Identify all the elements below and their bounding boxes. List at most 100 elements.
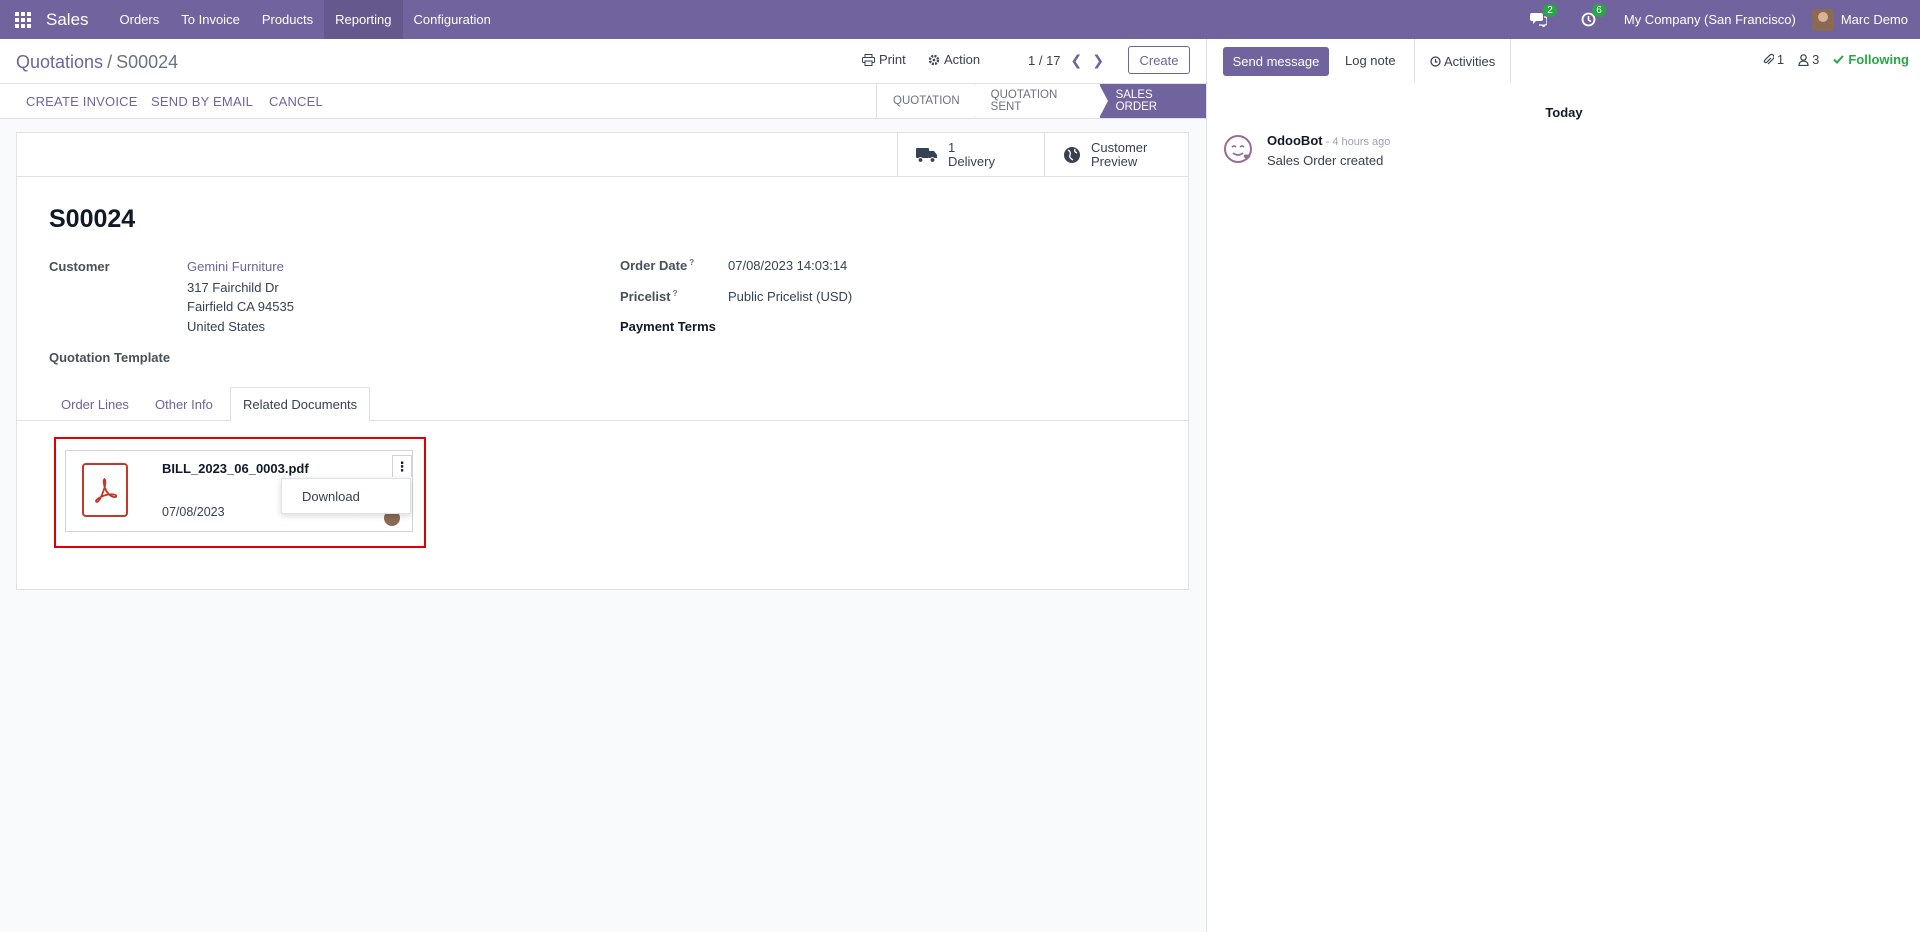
apps-menu-icon[interactable] — [0, 0, 46, 39]
globe-icon — [1064, 146, 1080, 163]
cancel-button[interactable]: CANCEL — [269, 94, 323, 109]
stage-quotation-sent[interactable]: QUOTATION SENT — [973, 84, 1108, 118]
message-body: Sales Order created — [1267, 153, 1384, 168]
check-icon — [1833, 55, 1845, 64]
activities-clock-icon[interactable]: 6 — [1581, 4, 1606, 27]
order-date-value[interactable]: 07/08/2023 14:03:14 — [728, 258, 847, 273]
pager-next-icon[interactable]: ❯ — [1092, 52, 1104, 69]
pricelist-help-icon[interactable]: ? — [673, 289, 678, 298]
following-button[interactable]: Following — [1833, 52, 1909, 67]
chatter-right-tools: 1 3 Following — [1762, 52, 1909, 67]
status-bar: QUOTATION QUOTATION SENT SALES ORDER — [876, 84, 1206, 118]
activities-count-badge: 6 — [1592, 4, 1606, 17]
stage-quotation-sent-label: QUOTATION SENT — [990, 89, 1058, 113]
user-icon — [1798, 53, 1809, 66]
stage-sales-order-label: SALES ORDER — [1115, 89, 1158, 113]
menu-configuration[interactable]: Configuration — [403, 0, 502, 39]
company-switcher[interactable]: My Company (San Francisco) — [1624, 12, 1796, 27]
control-panel: Quotations / S00024 Print Action 1 / 17 ❮ … — [0, 39, 1206, 119]
customer-link[interactable]: Gemini Furniture — [187, 259, 284, 274]
followers-count: 3 — [1812, 52, 1820, 67]
pdf-file-icon — [82, 463, 128, 517]
create-button[interactable]: Create — [1128, 46, 1190, 74]
tab-order-lines[interactable]: Order Lines — [49, 387, 141, 421]
delivery-smart-button[interactable]: 1 Delivery — [897, 133, 1044, 176]
top-navbar: Sales Orders To Invoice Products Reporti… — [0, 0, 1920, 39]
print-icon — [862, 53, 875, 66]
tab-other-info[interactable]: Other Info — [143, 387, 225, 421]
order-date-label: Order Date? — [620, 258, 694, 273]
pricelist-value[interactable]: Public Pricelist (USD) — [728, 289, 852, 304]
download-menu-item[interactable]: Download — [302, 489, 360, 504]
pager-value[interactable]: 1 / 17 — [1028, 53, 1061, 68]
chatter-topbar: Send message Log note Activities 1 3 Fol… — [1207, 39, 1920, 83]
message-author-name[interactable]: OdooBot — [1267, 133, 1323, 148]
record-title: S00024 — [49, 205, 136, 233]
messages-icon[interactable]: 2 — [1529, 4, 1557, 27]
quotation-template-label: Quotation Template — [49, 350, 171, 365]
create-invoice-button[interactable]: CREATE INVOICE — [26, 94, 138, 109]
attachments-button[interactable]: 1 — [1762, 52, 1784, 67]
order-date-help-icon[interactable]: ? — [689, 258, 694, 267]
pager: 1 / 17 ❮ ❯ — [1028, 52, 1104, 69]
print-button[interactable]: Print — [862, 52, 906, 67]
clock-icon — [1430, 55, 1441, 67]
chatter-panel: Send message Log note Activities 1 3 Fol… — [1206, 39, 1920, 932]
activities-button[interactable]: Activities — [1414, 39, 1512, 83]
pricelist-label: Pricelist? — [620, 289, 677, 304]
preview-line1: Customer — [1091, 139, 1148, 155]
stage-quotation[interactable]: QUOTATION — [876, 84, 983, 118]
preview-line2: Preview — [1091, 153, 1138, 169]
followers-button[interactable]: 3 — [1798, 52, 1819, 67]
attachment-file-name[interactable]: BILL_2023_06_0003.pdf — [162, 461, 309, 476]
order-date-label-text: Order Date — [620, 258, 688, 273]
truck-icon — [916, 147, 937, 163]
stage-quotation-label: QUOTATION — [893, 95, 960, 107]
address-line1: 317 Fairchild Dr — [187, 280, 279, 295]
breadcrumb-quotations[interactable]: Quotations — [16, 52, 103, 72]
attachment-options-icon[interactable]: ⋮ — [392, 455, 412, 477]
notebook-tabs: Order Lines Other Info Related Documents — [17, 387, 1188, 422]
delivery-label: Delivery — [948, 153, 995, 169]
action-label: Action — [944, 52, 981, 67]
send-by-email-button[interactable]: SEND BY EMAIL — [151, 94, 253, 109]
breadcrumb-separator: / — [107, 52, 113, 72]
payment-terms-label: Payment Terms — [620, 319, 716, 334]
pager-previous-icon[interactable]: ❮ — [1071, 52, 1083, 69]
odoobot-avatar — [1224, 135, 1252, 163]
send-message-button[interactable]: Send message — [1223, 47, 1329, 76]
breadcrumb: Quotations / S00024 — [16, 52, 178, 73]
user-menu[interactable]: Marc Demo — [1811, 8, 1908, 31]
menu-to-invoice[interactable]: To Invoice — [170, 0, 251, 39]
smart-button-box: 1 Delivery Customer Preview — [17, 133, 1188, 177]
message-time: - 4 hours ago — [1325, 136, 1391, 148]
menu-orders[interactable]: Orders — [109, 0, 171, 39]
pricelist-label-text: Pricelist — [620, 289, 671, 304]
customer-label: Customer — [49, 259, 110, 274]
print-label: Print — [879, 52, 906, 67]
address-line3: United States — [187, 319, 266, 334]
message-author: OdooBot - 4 hours ago — [1267, 133, 1390, 148]
user-name: Marc Demo — [1840, 12, 1908, 27]
attachment-date: 07/08/2023 — [162, 505, 225, 519]
address-line2: Fairfield CA 94535 — [187, 299, 294, 314]
messages-count-badge: 2 — [1543, 4, 1557, 17]
menu-products[interactable]: Products — [251, 0, 324, 39]
breadcrumb-current: S00024 — [116, 52, 179, 72]
date-separator: Today — [1545, 105, 1583, 120]
gear-icon — [928, 54, 940, 65]
stage-sales-order[interactable]: SALES ORDER — [1098, 84, 1206, 118]
delivery-count: 1 — [948, 139, 956, 155]
paperclip-icon — [1763, 53, 1774, 65]
tab-related-documents[interactable]: Related Documents — [230, 387, 371, 422]
app-name[interactable]: Sales — [46, 10, 101, 30]
attachments-count: 1 — [1776, 52, 1785, 67]
attachment-dropdown-menu: Download — [281, 478, 411, 514]
customer-preview-smart-button[interactable]: Customer Preview — [1044, 133, 1189, 176]
user-avatar — [1811, 8, 1834, 31]
following-label: Following — [1848, 52, 1909, 67]
log-note-button[interactable]: Log note — [1345, 53, 1396, 68]
action-button[interactable]: Action — [928, 52, 980, 67]
activities-label: Activities — [1444, 53, 1496, 69]
menu-reporting[interactable]: Reporting — [324, 0, 403, 39]
